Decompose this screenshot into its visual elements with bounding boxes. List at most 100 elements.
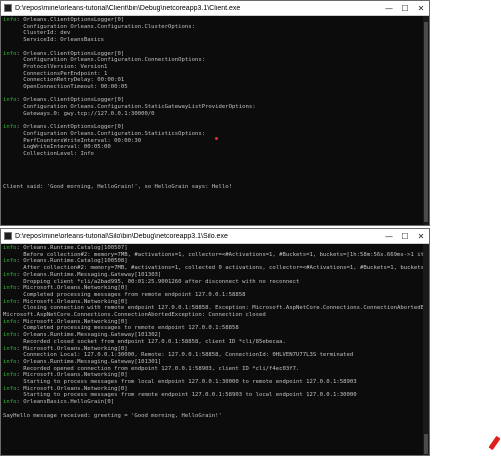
log-line: Starting to process messages from local …	[3, 379, 427, 386]
log-line: Configuration Orleans.Configuration.Clus…	[3, 24, 427, 31]
client-scrollbar[interactable]	[423, 16, 429, 225]
log-message: Microsoft.AspNetCore.Connections.Connect…	[3, 312, 266, 319]
log-message: ProtocolVersion: Version1	[3, 63, 108, 70]
log-message: : Orleans.ClientOptionsLogger[0]	[16, 124, 125, 131]
log-line: info: Orleans.ClientOptionsLogger[0]	[3, 124, 427, 131]
log-line: ConnectionsPerEndpoint: 1	[3, 71, 427, 78]
client-console-output: info: Orleans.ClientOptionsLogger[0] Con…	[1, 16, 429, 225]
log-level-label: info	[3, 97, 17, 104]
log-line: info: Orleans.ClientOptionsLogger[0]	[3, 51, 427, 58]
log-message: : Orleans.ClientOptionsLogger[0]	[16, 17, 125, 23]
log-message: : Orleans.Runtime.Messaging.Gateway[1013…	[16, 271, 162, 278]
log-message: Configuration Orleans.Configuration.Stat…	[3, 104, 256, 111]
log-level-label: info	[3, 271, 17, 278]
log-line: Closing connection with remote endpoint …	[3, 305, 427, 312]
log-message: : Microsoft.Orleans.Networking[0]	[16, 285, 128, 292]
log-line: OpenConnectionTimeout: 00:00:05	[3, 84, 427, 91]
log-message: : Microsoft.Orleans.Networking[0]	[16, 298, 128, 305]
log-level-label: info	[3, 258, 17, 265]
log-message: Connection Local: 127.0.0.1:30000, Remot…	[3, 352, 354, 359]
log-line: info: Orleans.Runtime.Catalog[100508]	[3, 258, 427, 265]
minimize-button[interactable]: —	[381, 1, 397, 15]
close-button[interactable]: ✕	[413, 1, 429, 15]
log-level-label: info	[3, 124, 17, 131]
log-message: Recorded opened connection from endpoint…	[3, 365, 300, 372]
silo-title-bar[interactable]: D:\repos\mine\orleans-tutorial\Silo\bin\…	[1, 229, 429, 244]
log-line: Recorded opened connection from endpoint…	[3, 366, 427, 373]
log-line: ServiceId: OrleansBasics	[3, 37, 427, 44]
log-line: info: Microsoft.Orleans.Networking[0]	[3, 372, 427, 379]
log-line: info: Microsoft.Orleans.Networking[0]	[3, 285, 427, 292]
log-message: : Microsoft.Orleans.Networking[0]	[16, 345, 128, 352]
log-message: After collection#2: memory=7MB, #activat…	[23, 265, 427, 272]
log-line: info: Orleans.ClientOptionsLogger[0]	[3, 17, 427, 24]
log-message: : Microsoft.Orleans.Networking[0]	[16, 372, 128, 379]
log-message: : Orleans.Runtime.Catalog[100507]	[16, 245, 128, 251]
log-line: info: Orleans.Runtime.Catalog[100507]	[3, 245, 427, 252]
silo-log-lines: info: Orleans.Runtime.Catalog[100507] Be…	[3, 245, 427, 406]
log-message: : Orleans.ClientOptionsLogger[0]	[16, 97, 125, 104]
log-line: Dropping client *cli/a2bad995, 00:01:25.…	[3, 279, 427, 286]
log-message: : Microsoft.Orleans.Networking[0]	[16, 385, 128, 392]
log-message: PerfCountersWriteInterval: 00:00:30	[3, 137, 142, 144]
log-line: Recorded closed socket from endpoint 127…	[3, 339, 427, 346]
log-line: ProtocolVersion: Version1	[3, 64, 427, 71]
log-line: ConnectionRetryDelay: 00:00:01	[3, 77, 427, 84]
log-level-label: info	[3, 332, 17, 339]
log-message: Closing connection with remote endpoint …	[23, 305, 427, 312]
log-message: ConnectionsPerEndpoint: 1	[3, 70, 108, 77]
silo-window-title: D:\repos\mine\orleans-tutorial\Silo\bin\…	[15, 232, 228, 240]
close-button[interactable]: ✕	[413, 229, 429, 243]
silo-scrollbar[interactable]	[423, 244, 429, 455]
client-scroll-thumb[interactable]	[424, 22, 428, 222]
minimize-button[interactable]: —	[381, 229, 397, 243]
maximize-button[interactable]: ☐	[397, 229, 413, 243]
log-message: ServiceId: OrleansBasics	[3, 37, 105, 44]
console-app-icon	[4, 4, 12, 12]
log-line: Starting to process messages from remote…	[3, 392, 427, 399]
log-line: info: Microsoft.Orleans.Networking[0]	[3, 346, 427, 353]
silo-result-line: SayHello message received: greeting = 'G…	[3, 412, 222, 419]
log-level-label: info	[3, 318, 17, 325]
log-level-label: info	[3, 372, 17, 379]
log-level-label: info	[3, 17, 17, 23]
log-line: Completed processing messages from remot…	[3, 292, 427, 299]
log-line: ClusterId: dev	[3, 30, 427, 37]
log-line: Completed processing messages to remote …	[3, 325, 427, 332]
log-line: info: Microsoft.Orleans.Networking[0]	[3, 299, 427, 306]
log-message: Configuration Orleans.Configuration.Conn…	[3, 57, 206, 64]
log-message: Starting to process messages from local …	[3, 379, 357, 386]
maximize-button[interactable]: ☐	[397, 1, 413, 15]
log-message: Configuration Orleans.Configuration.Stat…	[3, 130, 206, 137]
mouse-cursor-dot	[215, 137, 218, 140]
log-message: Recorded closed socket from endpoint 127…	[3, 338, 286, 345]
client-console-window[interactable]: D:\repos\mine\orleans-tutorial\Client\bi…	[0, 0, 430, 226]
log-level-label: info	[3, 358, 17, 365]
log-level-label: info	[3, 345, 17, 352]
client-window-title: D:\repos\mine\orleans-tutorial\Client\bi…	[15, 4, 241, 12]
log-message: : Microsoft.Orleans.Networking[0]	[16, 318, 128, 325]
console-gap	[3, 406, 427, 413]
log-message: OpenConnectionTimeout: 00:00:05	[3, 84, 128, 91]
desktop: { "client_window": { "title": "D:\\repos…	[0, 0, 501, 456]
log-line: CollectionLevel: Info	[3, 151, 427, 158]
log-level-label: info	[3, 399, 17, 406]
log-message: Completed processing messages to remote …	[3, 325, 239, 332]
log-message: Configuration Orleans.Configuration.Clus…	[3, 23, 195, 30]
log-line: info: Orleans.ClientOptionsLogger[0]	[3, 97, 427, 104]
log-line: Before collection#2: memory=7MB, #activa…	[3, 252, 427, 259]
client-title-bar[interactable]: D:\repos\mine\orleans-tutorial\Client\bi…	[1, 1, 429, 16]
log-level-label: info	[3, 285, 17, 292]
log-message: ClusterId: dev	[3, 30, 71, 37]
log-line: LogWriteInterval: 00:05:00	[3, 144, 427, 151]
log-line: Gateways.0: gwy.tcp://127.0.0.1:30000/0	[3, 111, 427, 118]
log-line: info: Orleans.Runtime.Messaging.Gateway[…	[3, 272, 427, 279]
log-level-label: info	[3, 385, 17, 392]
log-message: Gateways.0: gwy.tcp://127.0.0.1:30000/0	[3, 110, 155, 117]
log-message: : Orleans.Runtime.Messaging.Gateway[1013…	[16, 332, 162, 339]
silo-console-window[interactable]: D:\repos\mine\orleans-tutorial\Silo\bin\…	[0, 228, 430, 456]
silo-scroll-thumb[interactable]	[424, 434, 428, 454]
